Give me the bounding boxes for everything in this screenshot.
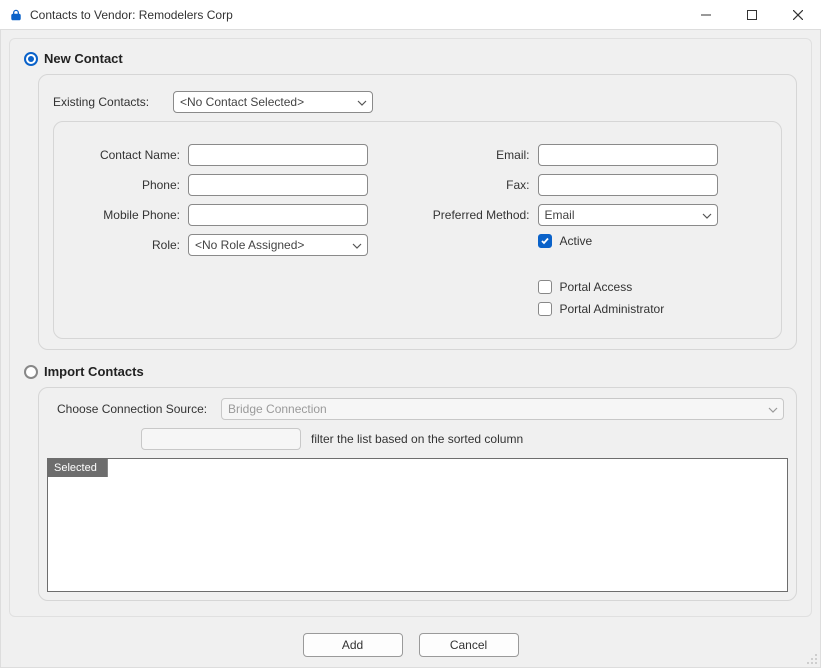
fax-input[interactable] [538, 174, 718, 196]
chevron-down-icon [357, 95, 367, 109]
minimize-button[interactable] [683, 0, 729, 30]
new-contact-radio-label: New Contact [44, 51, 123, 66]
mobile-phone-input[interactable] [188, 204, 368, 226]
role-label: Role: [68, 238, 188, 252]
email-label: Email: [418, 148, 538, 162]
existing-contacts-select[interactable]: <No Contact Selected> [173, 91, 373, 113]
grid-header-selected[interactable]: Selected [48, 459, 108, 477]
portal-access-checkbox[interactable] [538, 280, 552, 294]
preferred-method-value: Email [545, 208, 575, 222]
existing-contacts-value: <No Contact Selected> [180, 95, 304, 109]
import-grid[interactable]: Selected [47, 458, 788, 592]
import-contacts-radio[interactable] [24, 365, 38, 379]
chevron-down-icon [702, 208, 712, 222]
phone-label: Phone: [68, 178, 188, 192]
role-value: <No Role Assigned> [195, 238, 304, 252]
filter-input[interactable] [141, 428, 301, 450]
existing-contacts-label: Existing Contacts: [53, 95, 173, 109]
import-contacts-radio-label: Import Contacts [44, 364, 144, 379]
chevron-down-icon [352, 238, 362, 252]
contact-name-label: Contact Name: [68, 148, 188, 162]
maximize-button[interactable] [729, 0, 775, 30]
portal-admin-checkbox-label: Portal Administrator [560, 302, 665, 316]
active-checkbox[interactable] [538, 234, 552, 248]
connection-source-label: Choose Connection Source: [51, 402, 221, 416]
portal-access-checkbox-label: Portal Access [560, 280, 633, 294]
preferred-method-select[interactable]: Email [538, 204, 718, 226]
portal-admin-checkbox[interactable] [538, 302, 552, 316]
cancel-button-label: Cancel [450, 638, 487, 652]
connection-source-select[interactable]: Bridge Connection [221, 398, 784, 420]
phone-input[interactable] [188, 174, 368, 196]
contact-name-input[interactable] [188, 144, 368, 166]
add-button[interactable]: Add [303, 633, 403, 657]
mobile-phone-label: Mobile Phone: [68, 208, 188, 222]
add-button-label: Add [342, 638, 363, 652]
main-panel: New Contact Existing Contacts: <No Conta… [9, 38, 812, 617]
active-checkbox-label: Active [560, 234, 593, 248]
title-bar: Contacts to Vendor: Remodelers Corp [0, 0, 821, 30]
lock-icon [8, 7, 24, 23]
new-contact-radio[interactable] [24, 52, 38, 66]
contact-fields-group: Contact Name: Phone: Mobile Phone: [53, 121, 782, 339]
fax-label: Fax: [418, 178, 538, 192]
chevron-down-icon [768, 402, 778, 416]
filter-hint: filter the list based on the sorted colu… [311, 432, 523, 446]
preferred-method-label: Preferred Method: [418, 208, 538, 222]
close-button[interactable] [775, 0, 821, 30]
connection-source-value: Bridge Connection [228, 402, 327, 416]
cancel-button[interactable]: Cancel [419, 633, 519, 657]
window-title: Contacts to Vendor: Remodelers Corp [30, 8, 233, 22]
role-select[interactable]: <No Role Assigned> [188, 234, 368, 256]
email-input[interactable] [538, 144, 718, 166]
import-contacts-group: Choose Connection Source: Bridge Connect… [38, 387, 797, 601]
new-contact-group: Existing Contacts: <No Contact Selected>… [38, 74, 797, 350]
resize-grip-icon[interactable] [806, 653, 818, 665]
